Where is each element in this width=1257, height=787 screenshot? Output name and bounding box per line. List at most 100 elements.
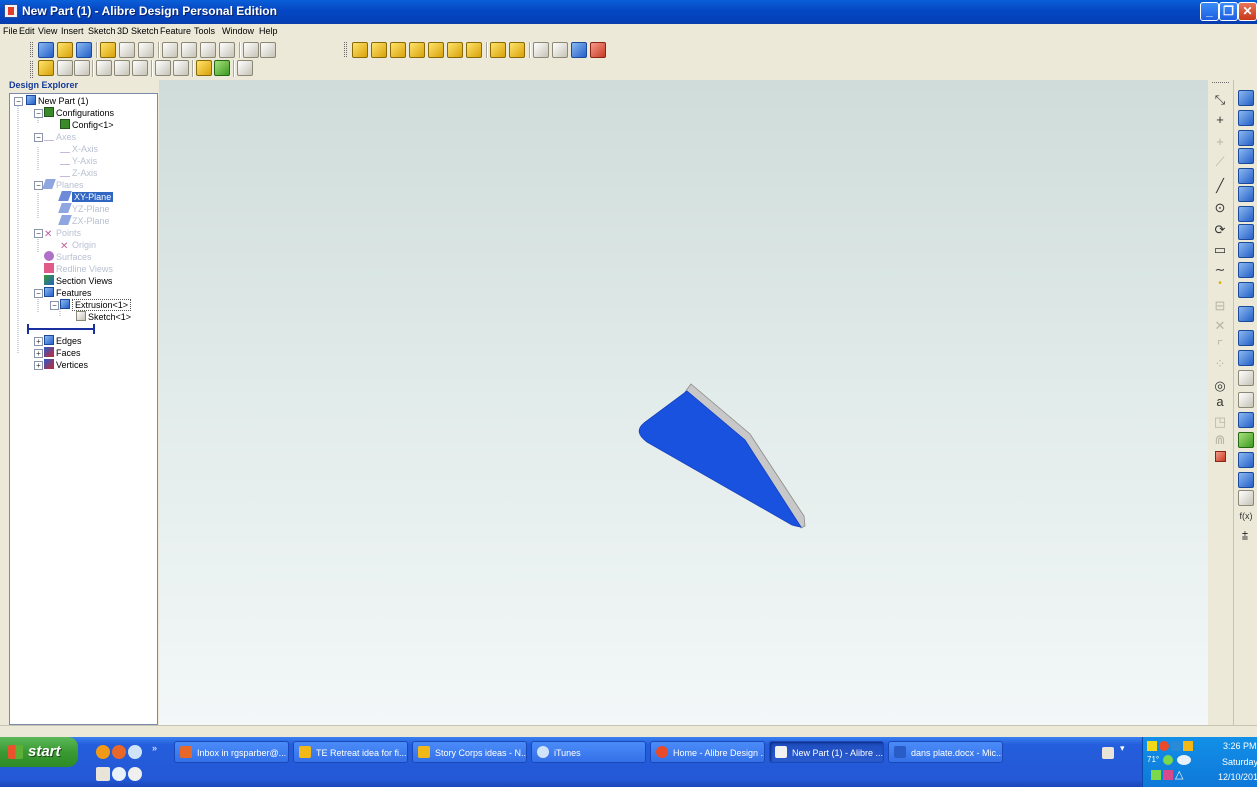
figure-icon[interactable] — [1215, 451, 1226, 462]
menu-window[interactable]: Window — [222, 26, 254, 36]
weather-icon[interactable] — [1177, 755, 1191, 765]
tray-icon[interactable] — [1147, 741, 1157, 751]
trim-icon[interactable]: ✕ — [1212, 318, 1228, 334]
menu-file[interactable]: File — [3, 26, 18, 36]
3d-viewport[interactable] — [159, 80, 1210, 725]
open-icon[interactable] — [57, 42, 73, 58]
menu-help[interactable]: Help — [259, 26, 278, 36]
sweep-boss-icon[interactable] — [1238, 206, 1254, 222]
tree-item-sketch-1[interactable]: Sketch<1> — [76, 311, 131, 323]
view-left-icon[interactable] — [428, 42, 444, 58]
scale-icon[interactable] — [1238, 452, 1254, 468]
split-icon[interactable] — [1238, 472, 1254, 488]
sweep-cut-icon[interactable] — [1238, 224, 1254, 240]
shell-icon[interactable] — [1238, 330, 1254, 346]
delete-icon[interactable] — [219, 42, 235, 58]
tree-item-section-views[interactable]: Section Views — [44, 275, 112, 287]
offset-icon[interactable]: ◎ — [1212, 378, 1228, 394]
task-dans-plate[interactable]: dans plate.docx - Mic... — [888, 741, 1003, 763]
tree-item-x-axis[interactable]: X-Axis — [60, 143, 98, 155]
view-front-icon[interactable] — [352, 42, 368, 58]
task-new-part[interactable]: New Part (1) - Alibre ... — [769, 741, 884, 763]
zoom-fit-icon[interactable] — [132, 60, 148, 76]
menu-feature[interactable]: Feature — [160, 26, 191, 36]
tree-item-features[interactable]: Features — [44, 287, 92, 299]
rectangle-icon[interactable]: ▭ — [1212, 242, 1228, 258]
desktop-icon[interactable] — [96, 767, 110, 781]
fillet-sketch-icon[interactable]: ⌜ — [1212, 338, 1228, 354]
minimize-button[interactable]: _ — [1200, 2, 1219, 21]
next-view-icon[interactable] — [173, 60, 189, 76]
loft-boss-icon[interactable] — [1238, 168, 1254, 184]
print-preview-icon[interactable] — [119, 42, 135, 58]
quicklaunch-icon[interactable] — [112, 745, 126, 759]
maximize-button[interactable]: ❐ — [1219, 2, 1238, 21]
quicklaunch-chevron-icon[interactable]: » — [152, 743, 157, 753]
point-icon[interactable]: + — [1212, 134, 1228, 150]
copy-icon[interactable] — [181, 42, 197, 58]
pattern-sketch-icon[interactable]: ⁘ — [1212, 356, 1228, 372]
tree-item-yz-plane[interactable]: YZ-Plane — [58, 203, 110, 215]
line-icon[interactable]: ╱ — [1212, 178, 1228, 194]
task-story-corps[interactable]: Story Corps ideas - N... — [412, 741, 527, 763]
warning-icon[interactable]: △ — [1175, 768, 1183, 781]
tree-item-extrusion-1[interactable]: Extrusion<1> — [60, 299, 132, 311]
open-folder-icon[interactable] — [100, 42, 116, 58]
menu-view[interactable]: View — [38, 26, 57, 36]
filter-icon[interactable] — [196, 60, 212, 76]
tree-item-faces[interactable]: Faces — [44, 347, 81, 359]
cut-icon[interactable] — [162, 42, 178, 58]
tree-item-points[interactable]: ✕ Points — [44, 227, 81, 240]
tree-item-edges[interactable]: Edges — [44, 335, 82, 347]
tree-item-configurations[interactable]: Configurations — [44, 107, 114, 119]
save-icon[interactable] — [76, 42, 92, 58]
circle-icon[interactable]: ⊙ — [1212, 200, 1228, 216]
revolve-boss-icon[interactable] — [1238, 130, 1254, 146]
firefox-icon[interactable] — [96, 745, 110, 759]
tree-item-planes[interactable]: Planes — [42, 179, 84, 191]
toolbar-grip[interactable] — [30, 61, 33, 78]
weather-temp[interactable]: 71° — [1147, 755, 1159, 764]
add-on-icon[interactable]: ⩲ — [1237, 528, 1253, 544]
task-home-alibre[interactable]: Home - Alibre Design ... — [650, 741, 765, 763]
equation-editor-button[interactable]: f(x) — [1236, 508, 1256, 524]
view-isometric-icon[interactable] — [466, 42, 482, 58]
select-lasso-icon[interactable] — [74, 60, 90, 76]
menu-insert[interactable]: Insert — [61, 26, 84, 36]
task-te-retreat[interactable]: TE Retreat idea for fi... — [293, 741, 408, 763]
project-icon[interactable]: ◳ — [1212, 414, 1228, 430]
extrude-boss-icon[interactable] — [1238, 90, 1254, 106]
tree-item-vertices[interactable]: Vertices — [44, 359, 88, 371]
hole-icon[interactable] — [1238, 350, 1254, 366]
security-icon[interactable] — [1151, 770, 1161, 780]
loft-cut-icon[interactable] — [1238, 186, 1254, 202]
clock-time[interactable]: 3:26 PM — [1223, 741, 1257, 751]
rotate-view-icon[interactable] — [509, 42, 525, 58]
start-button[interactable]: start — [0, 737, 78, 767]
exit-sketch-icon[interactable]: ⤡ — [1212, 92, 1228, 108]
print-icon[interactable] — [138, 42, 154, 58]
sketch-view-icon[interactable] — [533, 42, 549, 58]
arc-icon[interactable]: ⟳ — [1212, 222, 1228, 238]
measure-icon[interactable] — [552, 42, 568, 58]
title-bar[interactable]: New Part (1) - Alibre Design Personal Ed… — [0, 0, 1257, 24]
tree-item-origin[interactable]: ✕ Origin — [60, 239, 96, 252]
text-icon[interactable]: a — [1212, 394, 1228, 410]
language-bar-options-icon[interactable]: ▾ — [1120, 743, 1125, 754]
tree-item-z-axis[interactable]: Z-Axis — [60, 167, 98, 179]
thread-icon[interactable] — [1238, 262, 1254, 278]
select-arrow-icon[interactable] — [38, 60, 54, 76]
simplify-icon[interactable] — [1238, 490, 1254, 506]
helix-icon[interactable] — [1238, 242, 1254, 258]
undo-icon[interactable] — [243, 42, 259, 58]
new-icon[interactable] — [38, 42, 54, 58]
normal-to-icon[interactable] — [490, 42, 506, 58]
dimension-icon[interactable]: ⟋ — [1212, 154, 1228, 170]
rollback-marker[interactable] — [24, 323, 98, 335]
tree-item-y-axis[interactable]: Y-Axis — [60, 155, 97, 167]
language-bar-icon[interactable] — [1102, 747, 1114, 759]
display-mode-icon[interactable] — [571, 42, 587, 58]
menu-3d-sketch[interactable]: 3D Sketch — [117, 26, 159, 36]
tree-item-zx-plane[interactable]: ZX-Plane — [58, 215, 110, 227]
fillet-icon[interactable] — [1238, 282, 1254, 298]
